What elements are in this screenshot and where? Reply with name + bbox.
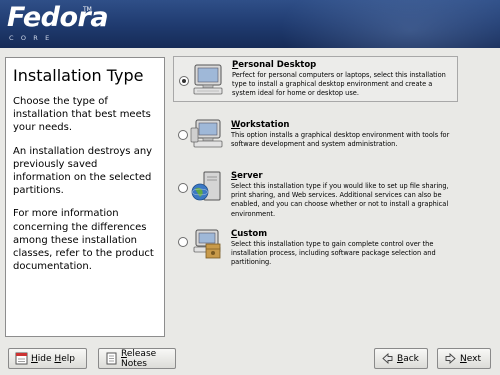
release-notes-button[interactable]: Release Notes	[98, 348, 176, 369]
help-panel: Installation Type Choose the type of ins…	[5, 57, 165, 337]
option-server[interactable]: Server Select this installation type if …	[173, 170, 458, 218]
option-description-personal-desktop: Perfect for personal computers or laptop…	[232, 71, 446, 98]
custom-package-icon	[193, 229, 221, 259]
radio-workstation[interactable]	[178, 130, 188, 140]
option-custom[interactable]: Custom Select this installation type to …	[173, 228, 458, 274]
help-icon	[15, 352, 28, 365]
back-label: Back	[397, 353, 419, 364]
help-paragraph: Choose the type of installation that bes…	[13, 96, 151, 134]
document-icon	[106, 352, 117, 365]
option-description-custom: Select this installation type to gain co…	[231, 240, 436, 267]
fedora-logo: Fedora	[7, 2, 109, 33]
trademark-mark: TM	[83, 6, 92, 13]
radio-server[interactable]	[178, 183, 188, 193]
radio-personal-desktop[interactable]	[179, 76, 189, 86]
hide-help-label: Hide Help	[31, 353, 75, 364]
desktop-computer-icon	[193, 64, 223, 95]
option-description-workstation: This option installs a graphical desktop…	[231, 131, 450, 149]
hide-help-button[interactable]: Hide Help	[8, 348, 87, 369]
option-personal-desktop[interactable]: Personal Desktop Perfect for personal co…	[173, 56, 458, 102]
fedora-header-banner: Fedora TM CORE	[0, 0, 500, 48]
option-title-workstation: Workstation	[231, 120, 290, 130]
help-paragraph: For more information concerning the diff…	[13, 208, 154, 273]
next-button[interactable]: Next	[437, 348, 491, 369]
option-workstation[interactable]: Workstation This option installs a graph…	[173, 118, 458, 164]
option-title-personal-desktop: Personal Desktop	[232, 60, 317, 70]
option-description-server: Select this installation type if you wou…	[231, 182, 449, 218]
radio-custom[interactable]	[178, 237, 188, 247]
logo-core-subtitle: CORE	[9, 34, 57, 42]
next-label: Next	[460, 353, 481, 364]
back-arrow-icon	[382, 352, 393, 365]
back-button[interactable]: Back	[374, 348, 428, 369]
workstation-icon	[190, 119, 223, 148]
release-notes-label: Release Notes	[121, 348, 157, 369]
help-title: Installation Type	[13, 66, 144, 85]
option-title-server: Server	[231, 171, 263, 181]
server-icon	[191, 171, 221, 201]
option-title-custom: Custom	[231, 229, 268, 239]
help-paragraph: An installation destroys any previously …	[13, 145, 153, 197]
next-arrow-icon	[445, 352, 456, 365]
